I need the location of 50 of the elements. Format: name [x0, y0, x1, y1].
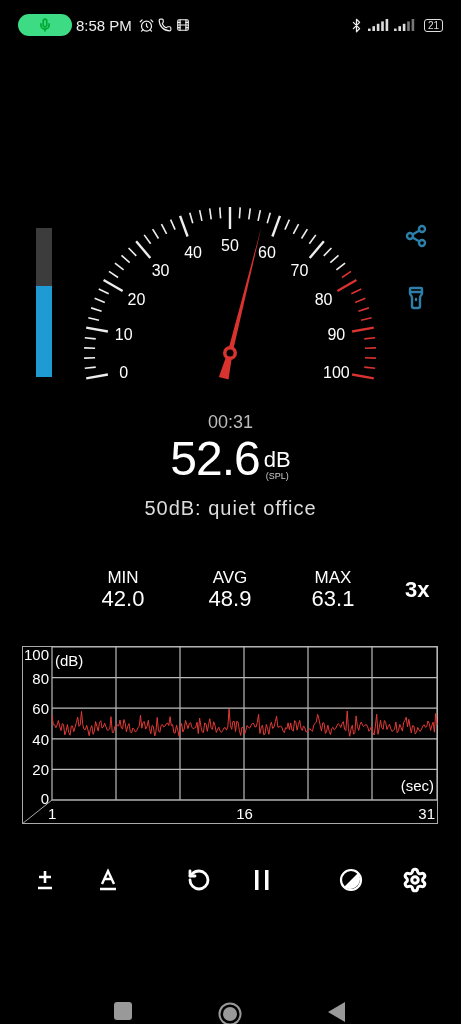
scale-label: 60 [258, 243, 276, 261]
scale-label: 40 [184, 243, 202, 261]
axis-label: 1 [48, 805, 57, 823]
stat-label: MIN [107, 569, 139, 588]
stat-value: 48.9 [208, 587, 252, 612]
axis-label: 20 [32, 761, 49, 779]
zoom-button[interactable]: 3x [405, 577, 430, 604]
stat-label: MAX [314, 569, 352, 588]
scale-label: 80 [314, 291, 333, 309]
unit-label: (sec) [400, 777, 434, 795]
axis-label: 0 [40, 790, 49, 808]
clock-time: 8:58 PM [76, 16, 132, 34]
settings-button[interactable] [401, 865, 429, 894]
recents-button[interactable] [114, 1001, 132, 1020]
unit-label: (dB) [55, 652, 84, 670]
back-button[interactable] [328, 1001, 346, 1022]
stat-value: 42.0 [101, 587, 145, 612]
axis-label: 16 [236, 805, 253, 823]
scale-label: 10 [114, 326, 133, 344]
axis-label: 40 [32, 730, 49, 748]
unit-note: (SPL) [265, 471, 289, 482]
axis-label: 100 [23, 646, 49, 664]
axis-label: 60 [32, 700, 49, 718]
home-button[interactable] [218, 1001, 242, 1024]
font-icon [98, 867, 118, 892]
scale-label: 70 [290, 262, 309, 280]
elapsed-time: 00:31 [206, 412, 254, 434]
scale-label: 0 [119, 363, 129, 381]
axis-label: 31 [418, 805, 435, 823]
stat-value: 63.1 [311, 587, 355, 612]
scale-label: 100 [323, 363, 350, 381]
scale-label: 90 [327, 326, 346, 344]
scale-label: 50 [221, 237, 239, 255]
scale-label: 20 [127, 291, 146, 309]
scale-label: 30 [151, 262, 170, 280]
battery-level: 21 [423, 18, 443, 32]
phone-icon [157, 18, 172, 33]
decibel-reading: 52.6 [170, 435, 260, 484]
pause-icon [253, 867, 271, 892]
unit-label: dB [263, 449, 291, 472]
stat-label: AVG [212, 569, 248, 588]
signal-icon [367, 18, 390, 32]
microphone-indicator [18, 14, 72, 37]
share-icon[interactable] [404, 224, 428, 249]
media-icon [175, 18, 190, 33]
noise-description: 50dB: quiet office [143, 497, 318, 521]
contrast-icon [339, 867, 363, 892]
signal-icon [393, 18, 416, 32]
axis-label: 80 [32, 669, 49, 687]
alarm-icon [138, 17, 154, 33]
